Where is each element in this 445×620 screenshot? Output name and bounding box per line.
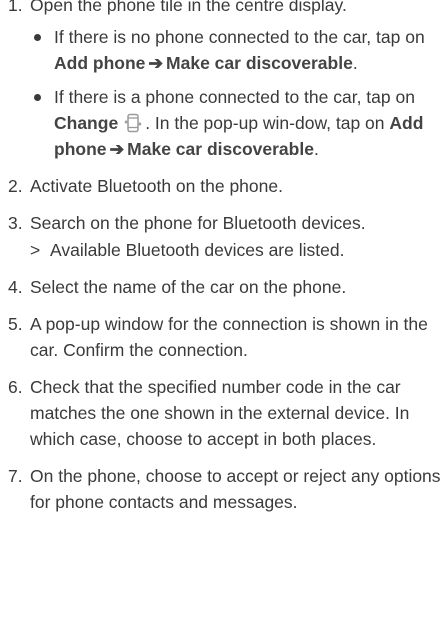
step-3: 3. Search on the phone for Bluetooth dev… <box>0 210 445 263</box>
step-1-bullets: If there is no phone connected to the ca… <box>30 24 445 162</box>
step-text: Check that the specified number code in … <box>30 377 410 449</box>
step-text: Activate Bluetooth on the phone. <box>30 176 283 196</box>
phone-change-icon <box>124 113 142 133</box>
step-text: On the phone, choose to accept or reject… <box>30 466 441 512</box>
step-7: 7. On the phone, choose to accept or rej… <box>0 463 445 515</box>
right-arrow-icon: ➔ <box>109 139 125 159</box>
bullet-no-phone-connected: If there is no phone connected to the ca… <box>30 24 445 76</box>
add-phone-label: Add phone <box>54 53 146 73</box>
change-label: Change <box>54 113 119 133</box>
bullet-phone-connected: If there is a phone connected to the car… <box>30 84 445 162</box>
step-1: 1. Open the phone tile in the centre dis… <box>0 0 445 162</box>
step-number: 2. <box>8 176 23 196</box>
bullet-text: . In the pop-up win-dow, tap on <box>145 113 390 133</box>
step-2: 2. Activate Bluetooth on the phone. <box>0 173 445 199</box>
step-4: 4. Select the name of the car on the pho… <box>0 274 445 300</box>
make-car-discoverable-label: Make car discoverable <box>127 139 314 159</box>
bullet-period: . <box>313 139 319 159</box>
instruction-document: 1. Open the phone tile in the centre dis… <box>0 0 445 526</box>
step-text: Select the name of the car on the phone. <box>30 277 347 297</box>
step-number: 3. <box>8 213 23 233</box>
step-number: 1. <box>8 0 23 15</box>
step-5: 5. A pop-up window for the connection is… <box>0 311 445 363</box>
step-number: 4. <box>8 277 23 297</box>
step-6: 6. Check that the specified number code … <box>0 374 445 452</box>
right-arrow-icon: ➔ <box>148 53 164 73</box>
bullet-dot-icon <box>34 94 41 101</box>
make-car-discoverable-label: Make car discoverable <box>166 53 353 73</box>
bullet-period: . <box>352 53 358 73</box>
result-text: Available Bluetooth devices are listed. <box>50 240 345 260</box>
step-text: A pop-up window for the connection is sh… <box>30 314 428 360</box>
bullet-dot-icon <box>34 34 41 41</box>
step-number: 5. <box>8 314 23 334</box>
step-text: Search on the phone for Bluetooth device… <box>30 213 366 233</box>
step-number: 6. <box>8 377 23 397</box>
step-result: > Available Bluetooth devices are listed… <box>30 237 445 263</box>
bullet-text: If there is no phone connected to the ca… <box>54 27 425 47</box>
step-number: 7. <box>8 466 23 486</box>
bullet-text: If there is a phone connected to the car… <box>54 87 415 107</box>
step-text: Open the phone tile in the centre displa… <box>30 0 347 15</box>
result-marker: > <box>30 240 41 260</box>
